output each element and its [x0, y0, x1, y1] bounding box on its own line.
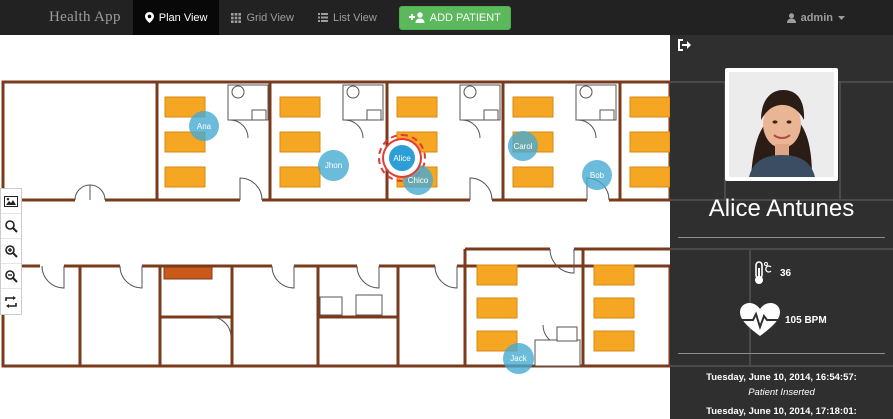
search-icon	[4, 219, 18, 233]
floor-plan-drawing	[1, 80, 670, 368]
event-timestamp: Tuesday, June 10, 2014, 16:54:57:	[706, 372, 857, 383]
patient-marker-jhon[interactable]: Jhon	[318, 150, 349, 181]
image-icon	[4, 195, 18, 207]
add-patient-button[interactable]: ADD PATIENT	[398, 5, 511, 30]
add-user-icon	[408, 12, 425, 23]
tool-rotate[interactable]	[1, 289, 21, 314]
tool-background-image[interactable]	[1, 189, 21, 214]
caret-down-icon	[838, 15, 845, 20]
patient-marker-jack[interactable]: Jack	[503, 343, 534, 374]
floor-plan[interactable]: Ana Jhon Chico Alice Carol Bob Jack	[0, 35, 670, 419]
patient-marker-label: Alice	[393, 153, 411, 163]
divider	[678, 237, 885, 238]
divider	[678, 353, 885, 354]
patient-marker-carol[interactable]: Carol	[508, 131, 538, 161]
rotate-icon	[5, 295, 17, 308]
patient-marker-label: Jhon	[324, 161, 343, 170]
heart-rate-reading: 105 BPM	[740, 303, 827, 337]
tool-zoom-out[interactable]	[1, 264, 21, 289]
patient-photo	[725, 68, 838, 181]
tab-list-view[interactable]: List View	[306, 0, 389, 35]
patient-marker-label: Ana	[196, 121, 212, 131]
patient-name: Alice Antunes	[708, 195, 855, 222]
event-log-item: Tuesday, June 10, 2014, 17:18:01:	[670, 406, 893, 417]
add-patient-label: ADD PATIENT	[429, 11, 501, 24]
map-marker-icon	[144, 12, 154, 23]
heart-rate-value: 105 BPM	[785, 314, 827, 326]
list-icon	[317, 13, 328, 22]
patient-marker-label: Chico	[407, 175, 429, 185]
user-menu[interactable]: admin	[786, 0, 845, 35]
user-icon	[786, 12, 796, 23]
tab-plan-view[interactable]: Plan View	[132, 0, 220, 35]
heart-rate-icon	[740, 303, 780, 336]
logout-icon[interactable]	[678, 39, 692, 51]
patient-portrait-image	[729, 72, 834, 177]
event-log-item: Tuesday, June 10, 2014, 16:54:57: Patien…	[670, 372, 893, 398]
tab-grid-view[interactable]: Grid View	[219, 0, 305, 35]
patient-marker-bob[interactable]: Bob	[582, 160, 612, 190]
tab-plan-view-label: Plan View	[158, 11, 208, 24]
thermometer-icon	[755, 261, 772, 284]
temperature-reading: 36	[752, 261, 791, 285]
event-timestamp: Tuesday, June 10, 2014, 17:18:01:	[706, 406, 857, 417]
tab-list-view-label: List View	[332, 11, 377, 24]
grid-icon	[231, 12, 242, 23]
tab-grid-view-label: Grid View	[246, 11, 294, 24]
event-message: Patient Inserted	[748, 387, 815, 398]
patient-marker-label: Jack	[510, 354, 527, 363]
temperature-value: 36	[780, 267, 792, 279]
user-name: admin	[800, 11, 833, 24]
patient-marker-alice[interactable]: Alice	[387, 143, 417, 173]
zoom-in-icon	[4, 244, 18, 258]
patient-marker-ana[interactable]: Ana	[189, 111, 219, 141]
map-toolbar	[0, 188, 22, 315]
top-navbar: Health App Plan View Grid View List View…	[0, 0, 893, 35]
tool-zoom-in[interactable]	[1, 239, 21, 264]
tool-search[interactable]	[1, 214, 21, 239]
patient-detail-panel: Alice Antunes 36 105 BPM Tuesday, June 1…	[670, 35, 893, 419]
zoom-out-icon	[4, 269, 18, 283]
patient-marker-label: Carol	[513, 141, 533, 151]
patient-marker-label: Bob	[589, 170, 605, 180]
app-brand[interactable]: Health App	[0, 9, 133, 26]
